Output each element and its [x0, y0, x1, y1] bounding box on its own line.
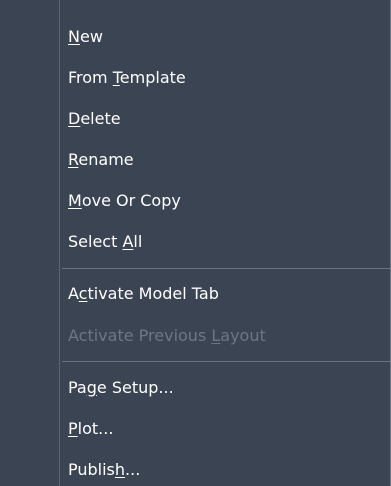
menu-item-from-template[interactable]: From Template — [68, 66, 186, 90]
label-suffix: emplate — [119, 68, 186, 87]
label-suffix: ll — [133, 232, 143, 251]
label-suffix: ew — [79, 27, 103, 46]
access-key: N — [68, 27, 80, 46]
label-prefix: A — [68, 284, 79, 303]
label-suffix: ayout — [220, 326, 266, 345]
menu-item-plot[interactable]: Plot... — [68, 417, 113, 441]
label-suffix: elete — [80, 109, 121, 128]
label-suffix: lot... — [77, 419, 114, 438]
menu-item-delete[interactable]: Delete — [68, 107, 121, 131]
access-key: R — [68, 150, 79, 169]
label-prefix: Pa — [68, 378, 87, 397]
menu-item-activate-model-tab[interactable]: Activate Model Tab — [68, 282, 219, 306]
label-prefix: Publis — [68, 460, 115, 479]
label-prefix: From — [68, 68, 113, 87]
menu-item-page-setup[interactable]: Page Setup... — [68, 376, 174, 400]
context-menu: New From Template Delete Rename Move Or … — [0, 0, 391, 486]
menu-item-publish[interactable]: Publish... — [68, 458, 140, 482]
label-suffix: ename — [78, 150, 134, 169]
access-key: M — [68, 191, 82, 210]
menu-item-select-all[interactable]: Select All — [68, 230, 142, 254]
access-key: h — [114, 460, 126, 479]
access-key: A — [122, 232, 134, 251]
menu-separator — [62, 361, 390, 362]
access-key: L — [211, 326, 221, 345]
menu-separator — [62, 268, 390, 269]
label-suffix: tivate Model Tab — [87, 284, 219, 303]
menu-item-new[interactable]: New — [68, 25, 103, 49]
menu-item-rename[interactable]: Rename — [68, 148, 134, 172]
label-suffix: ... — [125, 460, 141, 479]
menu-item-activate-previous-layout: Activate Previous Layout — [68, 324, 266, 348]
access-key: T — [112, 68, 120, 87]
menu-icon-gutter — [0, 0, 60, 486]
label-prefix: Select — [68, 232, 123, 251]
label-prefix: Activate Previous — [68, 326, 212, 345]
label-suffix: ove Or Copy — [81, 191, 181, 210]
access-key: D — [68, 109, 81, 128]
access-key: g — [86, 378, 97, 397]
menu-item-move-or-copy[interactable]: Move Or Copy — [68, 189, 181, 213]
label-suffix: e Setup... — [96, 378, 174, 397]
access-key: P — [68, 419, 78, 438]
